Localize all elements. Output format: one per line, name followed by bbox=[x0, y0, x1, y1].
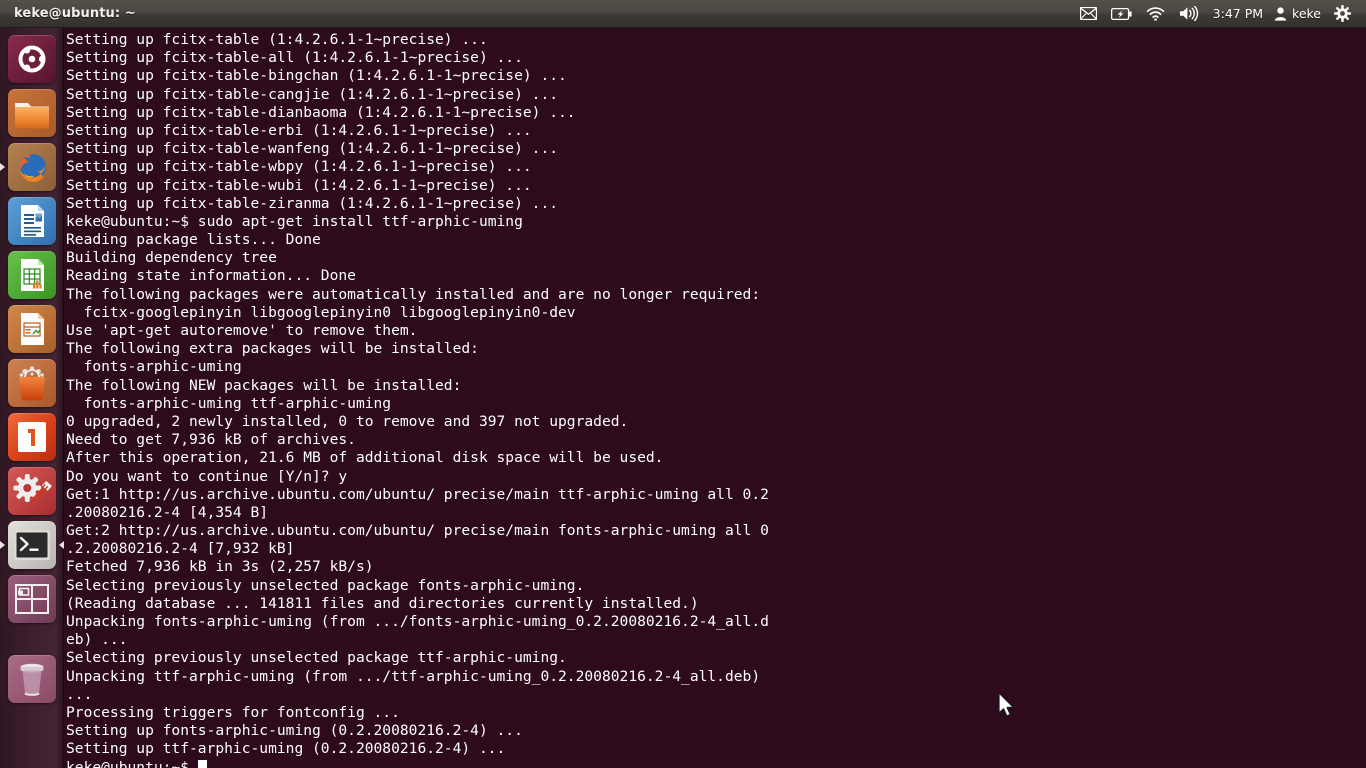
terminal-line: fcitx-googlepinyin libgooglepinyin0 libg… bbox=[66, 303, 576, 321]
terminal-line: eb) ... bbox=[66, 631, 128, 649]
user-menu[interactable]: keke bbox=[1270, 0, 1327, 28]
terminal-line: Setting up fcitx-table-wubi (1:4.2.6.1-1… bbox=[66, 176, 532, 194]
terminal-line: Setting up fcitx-table (1:4.2.6.1-1~prec… bbox=[66, 31, 488, 48]
launcher-item-terminal[interactable] bbox=[0, 518, 64, 572]
terminal-line: Setting up fcitx-table-dianbaoma (1:4.2.… bbox=[66, 103, 576, 121]
battery-icon[interactable] bbox=[1104, 0, 1139, 28]
terminal-line: keke@ubuntu:~$ sudo apt-get install ttf-… bbox=[66, 212, 523, 230]
terminal-output: Setting up fcitx-table (1:4.2.6.1-1~prec… bbox=[66, 31, 1366, 768]
terminal-line: Do you want to continue [Y/n]? y bbox=[66, 467, 348, 485]
terminal-line: Get:1 http://us.archive.ubuntu.com/ubunt… bbox=[66, 485, 769, 503]
terminal-line: Setting up fcitx-table-cangjie (1:4.2.6.… bbox=[66, 85, 559, 103]
desktop-screen: keke@ubuntu: ~ 3:47 PM keke Setting up f… bbox=[0, 0, 1366, 768]
presentation-impress-icon bbox=[21, 313, 44, 345]
launcher-item-libreoffice-writer[interactable] bbox=[0, 194, 64, 248]
launcher-item-firefox[interactable] bbox=[0, 140, 64, 194]
launcher-item-ubuntu-one[interactable] bbox=[0, 410, 64, 464]
running-indicator bbox=[0, 541, 5, 549]
terminal-line: fonts-arphic-uming ttf-arphic-uming bbox=[66, 394, 392, 412]
launcher-item-trash[interactable] bbox=[0, 652, 64, 706]
terminal-line: The following packages were automaticall… bbox=[66, 285, 761, 303]
terminal-line: Setting up fcitx-table-erbi (1:4.2.6.1-1… bbox=[66, 121, 532, 139]
terminal-line: The following extra packages will be ins… bbox=[66, 340, 479, 358]
focused-indicator bbox=[59, 541, 64, 549]
launcher-item-files[interactable] bbox=[0, 86, 64, 140]
firefox-icon bbox=[20, 152, 46, 183]
terminal-line: Selecting previously unselected package … bbox=[66, 576, 585, 594]
window-title: keke@ubuntu: ~ bbox=[14, 6, 136, 21]
gear-wrench-icon bbox=[13, 474, 52, 504]
document-writer-icon bbox=[21, 205, 44, 237]
folder-icon bbox=[15, 103, 49, 129]
terminal-line: Setting up fcitx-table-bingchan (1:4.2.6… bbox=[66, 67, 567, 85]
terminal-line: After this operation, 21.6 MB of additio… bbox=[66, 449, 664, 467]
terminal-line: Setting up fcitx-table-all (1:4.2.6.1-1~… bbox=[66, 49, 523, 67]
spreadsheet-calc-icon bbox=[21, 259, 44, 291]
wifi-icon[interactable] bbox=[1139, 0, 1172, 28]
terminal-line: Reading package lists... Done bbox=[66, 231, 321, 249]
terminal-line: Setting up fcitx-table-wanfeng (1:4.2.6.… bbox=[66, 140, 559, 158]
clock-label: 3:47 PM bbox=[1212, 6, 1264, 21]
indicator-area: 3:47 PM keke bbox=[1073, 0, 1366, 28]
terminal-icon bbox=[14, 530, 50, 560]
launcher-item-libreoffice-impress[interactable] bbox=[0, 302, 64, 356]
user-icon bbox=[1274, 6, 1287, 21]
messaging-icon[interactable] bbox=[1073, 0, 1104, 28]
gear-icon[interactable] bbox=[1327, 0, 1358, 28]
ubuntu-logo-icon bbox=[18, 45, 46, 73]
shopping-bag-icon bbox=[19, 366, 45, 401]
workspace-grid-icon bbox=[15, 584, 49, 614]
top-panel: keke@ubuntu: ~ 3:47 PM keke bbox=[0, 0, 1366, 28]
launcher-item-system-settings[interactable] bbox=[0, 464, 64, 518]
terminal-line: Setting up fonts-arphic-uming (0.2.20080… bbox=[66, 722, 523, 740]
terminal-line: .20080216.2-4 [4,354 B] bbox=[66, 503, 269, 521]
terminal-prompt: keke@ubuntu:~$ bbox=[66, 758, 198, 768]
volume-icon[interactable] bbox=[1172, 0, 1206, 28]
clock-indicator[interactable]: 3:47 PM bbox=[1206, 0, 1270, 28]
launcher-item-workspace-switcher[interactable] bbox=[0, 572, 64, 626]
launcher-item-dash-home[interactable] bbox=[0, 32, 64, 86]
terminal-line: Processing triggers for fontconfig ... bbox=[66, 703, 400, 721]
terminal-line: Setting up ttf-arphic-uming (0.2.2008021… bbox=[66, 740, 506, 758]
terminal-line: .2.20080216.2-4 [7,932 kB] bbox=[66, 540, 295, 558]
launcher-item-software-center[interactable] bbox=[0, 356, 64, 410]
terminal-line: Setting up fcitx-table-wbpy (1:4.2.6.1-1… bbox=[66, 158, 532, 176]
terminal-line: Unpacking ttf-arphic-uming (from .../ttf… bbox=[66, 667, 761, 685]
terminal-line: Setting up fcitx-table-ziranma (1:4.2.6.… bbox=[66, 194, 559, 212]
terminal-line: Get:2 http://us.archive.ubuntu.com/ubunt… bbox=[66, 522, 769, 540]
terminal-line: The following NEW packages will be insta… bbox=[66, 376, 462, 394]
terminal-line: Use 'apt-get autoremove' to remove them. bbox=[66, 322, 418, 339]
terminal-cursor bbox=[197, 759, 207, 768]
terminal-line: Unpacking fonts-arphic-uming (from .../f… bbox=[66, 613, 769, 630]
terminal-line: Fetched 7,936 kB in 3s (2,257 kB/s) bbox=[66, 558, 374, 576]
terminal-line: 0 upgraded, 2 newly installed, 0 to remo… bbox=[66, 412, 629, 430]
terminal-window[interactable]: Setting up fcitx-table (1:4.2.6.1-1~prec… bbox=[64, 28, 1366, 768]
terminal-line: Need to get 7,936 kB of archives. bbox=[66, 431, 356, 449]
ubuntu-one-icon bbox=[18, 422, 46, 452]
launcher-item-libreoffice-calc[interactable] bbox=[0, 248, 64, 302]
running-indicator bbox=[0, 163, 5, 171]
terminal-line: Building dependency tree bbox=[66, 249, 277, 267]
unity-launcher bbox=[0, 28, 64, 768]
trash-icon bbox=[20, 663, 44, 696]
terminal-line: ... bbox=[66, 685, 93, 703]
terminal-line: Selecting previously unselected package … bbox=[66, 649, 567, 667]
terminal-line: (Reading database ... 141811 files and d… bbox=[66, 594, 699, 612]
username-label: keke bbox=[1292, 6, 1321, 21]
terminal-line: Reading state information... Done bbox=[66, 267, 356, 285]
terminal-line: fonts-arphic-uming bbox=[66, 358, 242, 376]
terminal-prompt-line: keke@ubuntu:~$ bbox=[66, 759, 1366, 768]
